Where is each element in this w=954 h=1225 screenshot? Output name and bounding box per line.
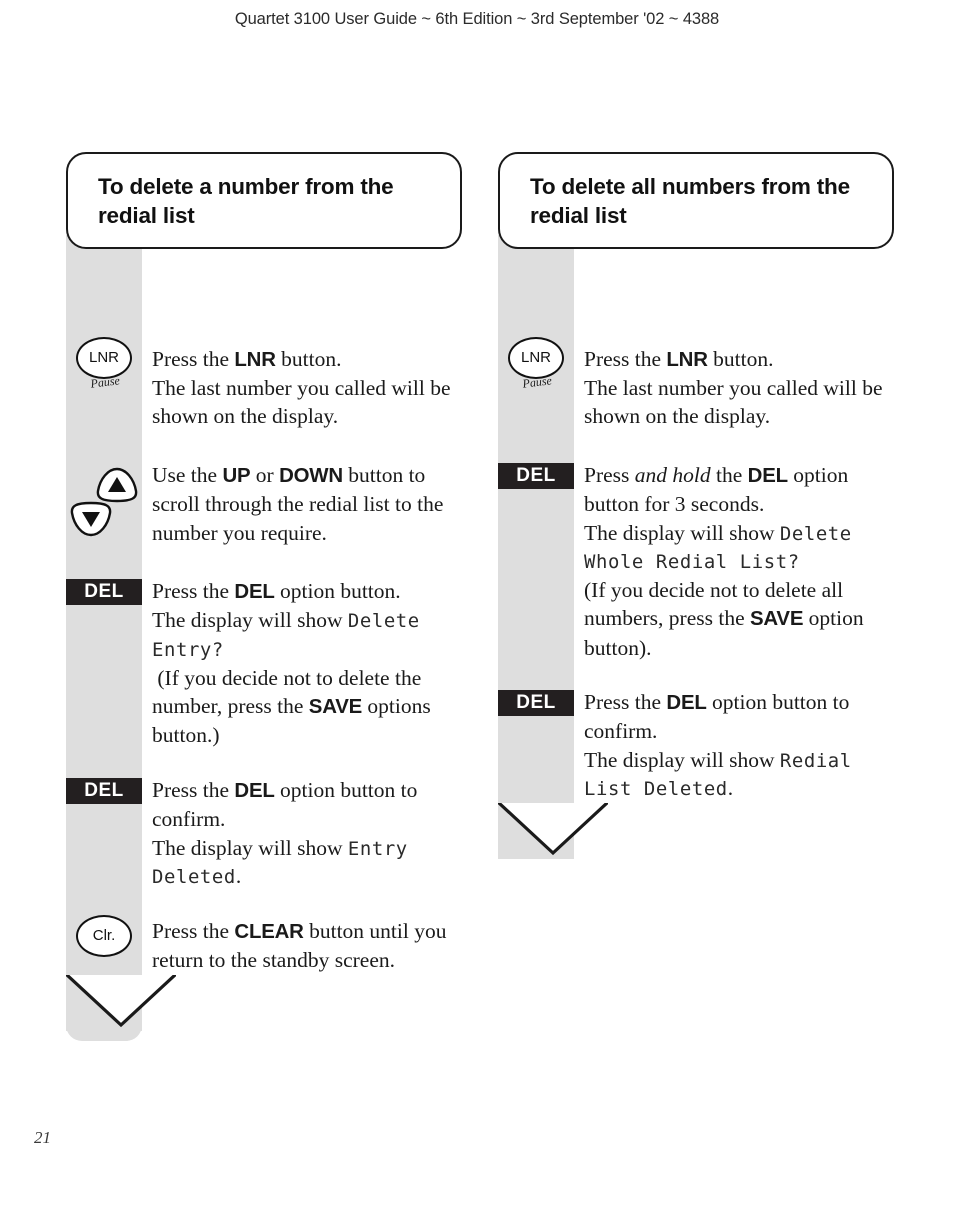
paragraph: The display will show Entry Deleted. [152,835,408,889]
del-key-label: DEL [66,579,142,606]
step: Use the UP or DOWN button to scroll thro… [66,461,466,547]
paragraph: The display will show Delete Whole Redia… [584,520,852,574]
lnr-key-label: LNR [88,349,119,366]
paragraph: Press the CLEAR button until you return … [152,918,447,972]
paragraph: Press the DEL option button to confirm. [584,690,850,744]
step: DEL Press the DEL option button to confi… [498,688,898,803]
paragraph: The last number you called will be shown… [584,375,883,429]
step-list-delete-all: LNR Pause Press the LNR button. The last… [498,249,898,804]
paragraph: Press the LNR button. [152,346,342,371]
step-text: Press the DEL option button. The display… [152,577,466,750]
paragraph: (If you decide not to delete all numbers… [584,577,864,660]
paragraph: Press the LNR button. [584,346,774,371]
clear-key-label: Clr. [92,927,116,945]
del-key[interactable]: DEL [498,690,574,717]
del-key[interactable]: DEL [498,462,574,489]
paragraph: The display will show Redial List Delete… [584,747,852,801]
step: LNR Pause Press the LNR button. The last… [66,336,466,431]
step-text: Press the LNR button. The last number yo… [152,345,466,431]
up-down-keys[interactable] [66,467,142,545]
del-key-label: DEL [498,690,574,717]
step: DEL Press the DEL option button. The dis… [66,577,466,750]
lnr-key-label: LNR [520,349,551,366]
step: DEL Press the DEL option button to confi… [66,776,466,891]
paragraph: Press the DEL option button. [152,579,401,604]
step-text: Use the UP or DOWN button to scroll thro… [152,461,466,547]
step-text: Press and hold the DEL option button for… [584,461,898,662]
paragraph: The last number you called will be shown… [152,375,451,429]
paragraph: Use the UP or DOWN button to scroll thro… [152,462,444,545]
paragraph: Press the DEL option button to confirm. [152,777,418,832]
lnr-key[interactable]: LNR Pause [66,336,142,390]
page-number: 21 [34,1128,51,1147]
step-text: Press the DEL option button to confirm. … [152,776,466,891]
del-key[interactable]: DEL [66,777,142,804]
del-key-label: DEL [498,462,574,489]
lnr-key-sublabel: Pause [89,372,121,391]
lnr-key-sublabel: Pause [521,372,553,391]
lnr-key[interactable]: LNR Pause [498,336,574,390]
step-text: Press the LNR button. The last number yo… [584,345,898,431]
clear-key[interactable]: Clr. [66,914,142,957]
paragraph: (If you decide not to delete the number,… [152,665,431,748]
del-key-label: DEL [66,777,142,804]
del-key[interactable]: DEL [66,579,142,606]
up-triangle-icon[interactable] [96,467,138,503]
step-text: Press the CLEAR button until you return … [152,917,466,975]
step: DEL Press and hold the DEL option button… [498,461,898,662]
running-header: Quartet 3100 User Guide ~ 6th Edition ~ … [234,10,720,28]
callout-heading-delete-all: To delete all numbers from the redial li… [498,152,894,249]
callout-heading-delete-one: To delete a number from the redial list [66,152,462,249]
paragraph: Press and hold the DEL option button for… [584,462,849,516]
procedure-column-delete-one: To delete a number from the redial list … [66,152,466,1041]
step-list-delete-one: LNR Pause Press the LNR button. The last… [66,249,466,975]
paragraph: The display will show Delete Entry? [152,608,420,661]
step: Clr. Press the CLEAR button until you re… [66,914,466,975]
step: LNR Pause Press the LNR button. The last… [498,336,898,431]
step-text: Press the DEL option button to confirm. … [584,688,898,803]
down-triangle-icon[interactable] [70,501,112,537]
procedure-column-delete-all: To delete all numbers from the redial li… [498,152,898,860]
